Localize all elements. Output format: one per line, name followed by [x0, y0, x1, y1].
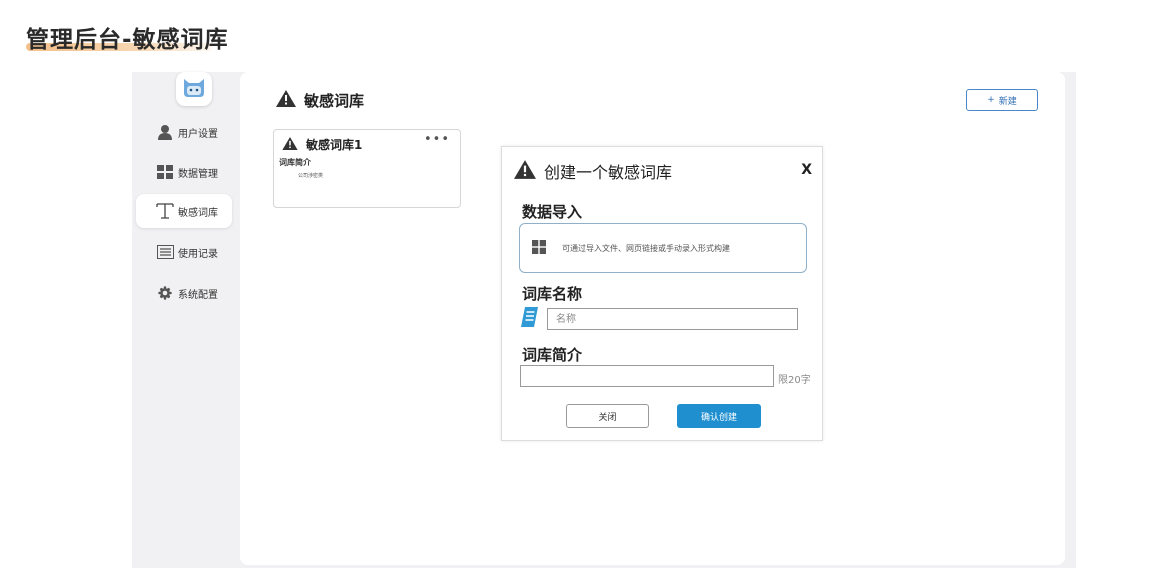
card-title-text: 敏感词库1 — [306, 138, 363, 152]
sidebar-item-system-config[interactable]: 系统配置 — [136, 276, 232, 310]
gear-icon — [156, 284, 174, 302]
new-button-label: 新建 — [998, 96, 1017, 107]
book-icon — [520, 307, 539, 331]
modal-title: 创建一个敏感词库 — [514, 159, 672, 183]
warning-icon — [282, 136, 298, 153]
card-desc: 公司涉密类 — [298, 173, 324, 179]
sidebar-item-label: 使用记录 — [178, 248, 218, 260]
data-import-dropzone[interactable]: 可通过导入文件、网页链接或手动录入形式构建 — [519, 223, 807, 273]
page-title-text: 敏感词库 — [304, 92, 365, 110]
cat-mascot-icon — [181, 75, 207, 103]
cancel-button[interactable]: 关闭 — [566, 404, 649, 428]
list-icon — [156, 243, 174, 261]
windows-icon — [532, 239, 546, 258]
sidebar-item-label: 数据管理 — [178, 168, 218, 180]
warning-icon — [276, 90, 296, 111]
wordlist-card[interactable]: 敏感词库1 ••• 词库简介 公司涉密类 — [273, 129, 461, 208]
sidebar: 用户设置 数据管理 敏感词库 使用记录 系统配置 — [132, 72, 232, 568]
text-icon — [156, 202, 174, 220]
sidebar-item-data-management[interactable]: 数据管理 — [136, 155, 232, 189]
page-title: 敏感词库 — [276, 90, 364, 111]
name-input[interactable] — [547, 308, 798, 330]
card-title: 敏感词库1 — [282, 136, 362, 153]
desc-label: 词库简介 — [522, 346, 583, 364]
plus-icon: + — [987, 95, 995, 105]
sidebar-item-label: 系统配置 — [178, 289, 218, 301]
name-label: 词库名称 — [522, 285, 583, 303]
desc-input[interactable] — [520, 365, 774, 387]
grid-icon — [156, 163, 174, 181]
more-options-icon[interactable]: ••• — [424, 132, 450, 147]
sidebar-item-user-settings[interactable]: 用户设置 — [136, 115, 232, 149]
page-heading: 管理后台-敏感词库 — [26, 27, 229, 53]
char-limit-hint: 限20字 — [778, 375, 811, 386]
import-hint: 可通过导入文件、网页链接或手动录入形式构建 — [562, 243, 730, 253]
create-wordlist-modal: 创建一个敏感词库 X 数据导入 可通过导入文件、网页链接或手动录入形式构建 词库… — [501, 146, 823, 441]
new-button[interactable]: + 新建 — [966, 89, 1038, 111]
import-label: 数据导入 — [522, 203, 583, 221]
logo[interactable] — [176, 72, 212, 106]
modal-title-text: 创建一个敏感词库 — [544, 163, 673, 182]
sidebar-item-usage-records[interactable]: 使用记录 — [136, 235, 232, 269]
warning-icon — [514, 159, 536, 183]
confirm-create-button[interactable]: 确认创建 — [677, 404, 761, 428]
close-icon[interactable]: X — [801, 162, 812, 178]
name-row — [520, 307, 798, 331]
sidebar-item-sensitive-words[interactable]: 敏感词库 — [136, 194, 232, 228]
sidebar-item-label: 敏感词库 — [178, 207, 218, 219]
user-icon — [156, 123, 174, 141]
card-desc-label: 词库简介 — [279, 158, 311, 167]
sidebar-item-label: 用户设置 — [178, 128, 218, 140]
